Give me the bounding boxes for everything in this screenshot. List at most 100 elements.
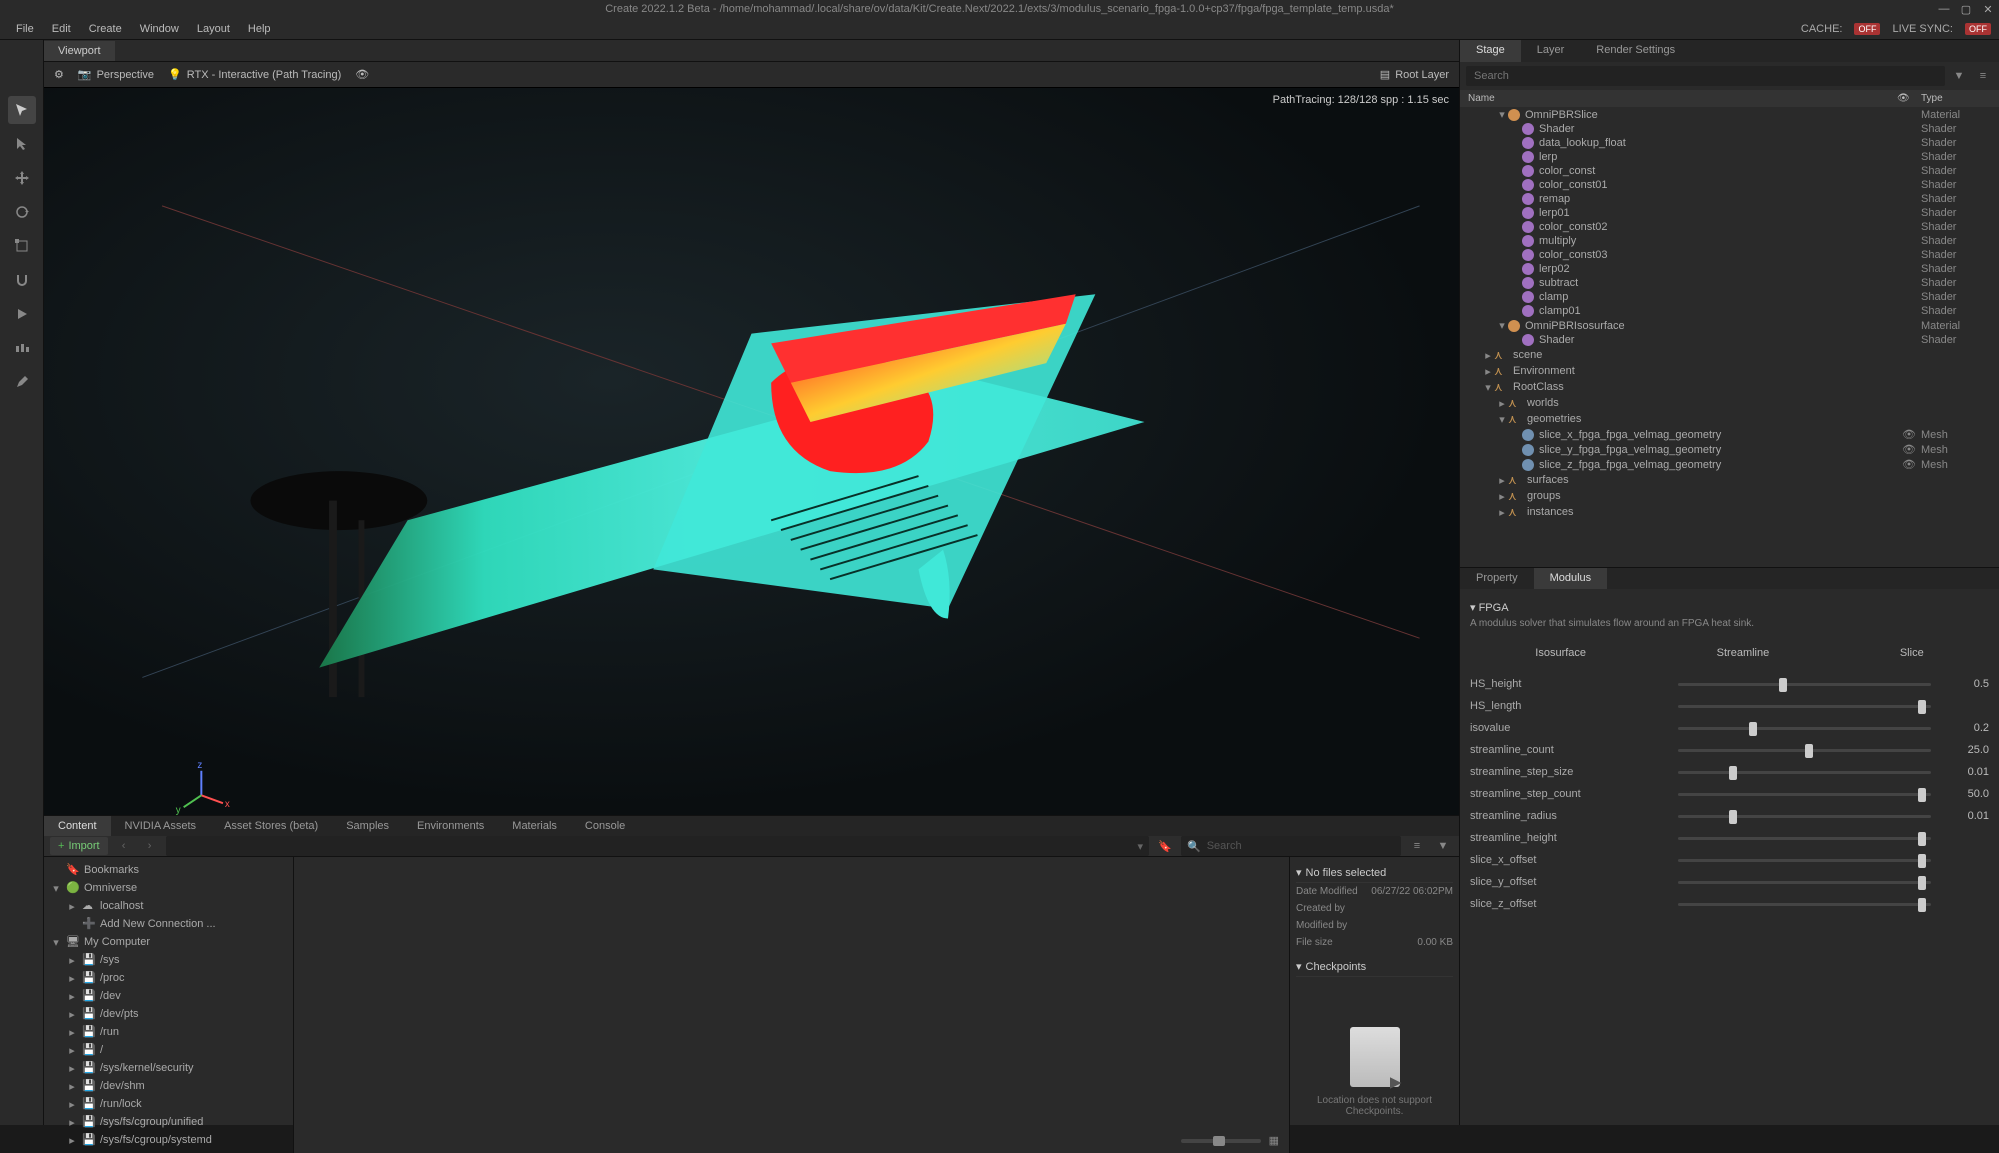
stage-row[interactable]: slice_x_fpga_fpga_velmag_geometry👁Mesh <box>1460 427 1999 442</box>
snap-tool[interactable] <box>8 266 36 294</box>
maximize-button[interactable]: ▢ <box>1959 2 1973 16</box>
stage-row[interactable]: data_lookup_floatShader <box>1460 136 1999 150</box>
stage-row[interactable]: color_const02Shader <box>1460 220 1999 234</box>
slider-slice_x_offset[interactable] <box>1678 852 1931 868</box>
stage-row[interactable]: ▸surfaces <box>1460 472 1999 488</box>
bottom-tab-nvidia-assets[interactable]: NVIDIA Assets <box>111 816 211 836</box>
stage-row[interactable]: ShaderShader <box>1460 122 1999 136</box>
content-tree[interactable]: 🔖Bookmarks▾🟢Omniverse▸☁localhost➕Add New… <box>44 857 294 1153</box>
cursor-tool[interactable] <box>8 130 36 158</box>
stage-row[interactable]: remapShader <box>1460 192 1999 206</box>
import-button[interactable]: +Import <box>50 837 108 855</box>
stage-row[interactable]: clampShader <box>1460 290 1999 304</box>
stage-row[interactable]: ▸worlds <box>1460 395 1999 411</box>
stage-col-name[interactable]: Name <box>1468 93 1897 104</box>
menu-edit[interactable]: Edit <box>44 20 79 38</box>
tree-node[interactable]: ▸💾/run <box>44 1023 293 1041</box>
stage-row[interactable]: ▾OmniPBRSliceMaterial <box>1460 107 1999 122</box>
tree-node[interactable]: ▸💾/sys/fs/cgroup/unified <box>44 1113 293 1131</box>
tree-node[interactable]: ▸💾/sys/kernel/security <box>44 1059 293 1077</box>
stage-row[interactable]: multiplyShader <box>1460 234 1999 248</box>
stage-row[interactable]: ▸scene <box>1460 347 1999 363</box>
tree-node[interactable]: ▸💾/dev/pts <box>44 1005 293 1023</box>
tree-node[interactable]: ▾🟢Omniverse <box>44 879 293 897</box>
tree-node[interactable]: ▾🖥My Computer <box>44 933 293 951</box>
scale-tool[interactable] <box>8 232 36 260</box>
menu-layout[interactable]: Layout <box>189 20 238 38</box>
tree-node[interactable]: ▸💾/sys/fs/cgroup/systemd <box>44 1131 293 1149</box>
mode-isosurface[interactable]: Isosurface <box>1525 645 1596 661</box>
right-tab-layer[interactable]: Layer <box>1521 40 1581 62</box>
rotate-tool[interactable] <box>8 198 36 226</box>
bottom-tab-environments[interactable]: Environments <box>403 816 498 836</box>
bottom-tab-asset-stores-beta-[interactable]: Asset Stores (beta) <box>210 816 332 836</box>
mode-slice[interactable]: Slice <box>1890 645 1934 661</box>
stage-row[interactable]: ▸instances <box>1460 504 1999 520</box>
slider-isovalue[interactable] <box>1678 720 1931 736</box>
stage-row[interactable]: slice_z_fpga_fpga_velmag_geometry👁Mesh <box>1460 457 1999 472</box>
content-search-input[interactable]: 🔍Search <box>1181 836 1401 856</box>
tree-node[interactable]: ▸💾/dev/shm <box>44 1077 293 1095</box>
stage-tree[interactable]: ▾OmniPBRSliceMaterialShaderShaderdata_lo… <box>1460 107 1999 567</box>
filter-icon[interactable]: ▼ <box>1433 836 1453 856</box>
menu-file[interactable]: File <box>8 20 42 38</box>
move-tool[interactable] <box>8 164 36 192</box>
right-tab-stage[interactable]: Stage <box>1460 40 1521 62</box>
tree-node[interactable]: 🔖Bookmarks <box>44 861 293 879</box>
renderer-dropdown[interactable]: 💡 RTX - Interactive (Path Tracing) <box>168 68 341 81</box>
slider-slice_y_offset[interactable] <box>1678 874 1931 890</box>
stage-row[interactable]: color_const03Shader <box>1460 248 1999 262</box>
nav-forward-button[interactable]: › <box>140 836 160 856</box>
mode-streamline[interactable]: Streamline <box>1707 645 1780 661</box>
stage-row[interactable]: lerp02Shader <box>1460 262 1999 276</box>
property-tab-modulus[interactable]: Modulus <box>1534 568 1608 589</box>
slider-streamline_count[interactable] <box>1678 742 1931 758</box>
slider-streamline_step_count[interactable] <box>1678 786 1931 802</box>
stage-row[interactable]: subtractShader <box>1460 276 1999 290</box>
stage-row[interactable]: ShaderShader <box>1460 333 1999 347</box>
menu-help[interactable]: Help <box>240 20 279 38</box>
grid-view-icon[interactable]: ▦ <box>1269 1134 1279 1147</box>
nav-back-button[interactable]: ‹ <box>114 836 134 856</box>
stage-row[interactable]: slice_y_fpga_fpga_velmag_geometry👁Mesh <box>1460 442 1999 457</box>
livesync-status-badge[interactable]: OFF <box>1965 23 1991 35</box>
viewport-settings-icon[interactable]: ⚙ <box>54 68 64 81</box>
tree-node[interactable]: ▸💾/dev <box>44 987 293 1005</box>
right-tab-render-settings[interactable]: Render Settings <box>1580 40 1691 62</box>
slider-streamline_height[interactable] <box>1678 830 1931 846</box>
path-bar[interactable]: ▾ <box>166 836 1149 856</box>
minimize-button[interactable]: — <box>1937 2 1951 16</box>
menu-window[interactable]: Window <box>132 20 187 38</box>
select-tool[interactable] <box>8 96 36 124</box>
tree-node[interactable]: ▸💾/proc <box>44 969 293 987</box>
stage-options-icon[interactable]: ≡ <box>1973 66 1993 86</box>
bottom-tab-materials[interactable]: Materials <box>498 816 571 836</box>
slider-HS_height[interactable] <box>1678 676 1931 692</box>
fpga-section-header[interactable]: ▾ FPGA <box>1470 597 1989 618</box>
stage-row[interactable]: ▾RootClass <box>1460 379 1999 395</box>
tree-node[interactable]: ➕Add New Connection ... <box>44 915 293 933</box>
tree-node[interactable]: ▸💾/ <box>44 1041 293 1059</box>
slider-streamline_step_size[interactable] <box>1678 764 1931 780</box>
bottom-tab-content[interactable]: Content <box>44 816 111 836</box>
stage-row[interactable]: color_const01Shader <box>1460 178 1999 192</box>
stage-search-input[interactable] <box>1466 66 1945 86</box>
bottom-tab-samples[interactable]: Samples <box>332 816 403 836</box>
stage-row[interactable]: color_constShader <box>1460 164 1999 178</box>
viewport-3d[interactable]: PathTracing: 128/128 spp : 1.15 sec <box>44 88 1459 815</box>
bottom-tab-console[interactable]: Console <box>571 816 639 836</box>
visibility-icon[interactable]: 👁 <box>355 68 369 81</box>
stage-row[interactable]: ▾OmniPBRIsosurfaceMaterial <box>1460 318 1999 333</box>
content-browser[interactable]: ▦ <box>294 857 1289 1153</box>
cache-status-badge[interactable]: OFF <box>1854 23 1880 35</box>
filter-options-icon[interactable]: ≡ <box>1407 836 1427 856</box>
stage-row[interactable]: lerp01Shader <box>1460 206 1999 220</box>
stage-filter-icon[interactable]: ▼ <box>1949 66 1969 86</box>
slider-slice_z_offset[interactable] <box>1678 896 1931 912</box>
close-button[interactable]: ✕ <box>1981 2 1995 16</box>
stage-row[interactable]: clamp01Shader <box>1460 304 1999 318</box>
animation-tool[interactable] <box>8 334 36 362</box>
tree-node[interactable]: ▸☁localhost <box>44 897 293 915</box>
viewport-tab[interactable]: Viewport <box>44 41 115 61</box>
stage-col-type[interactable]: Type <box>1921 93 1991 104</box>
